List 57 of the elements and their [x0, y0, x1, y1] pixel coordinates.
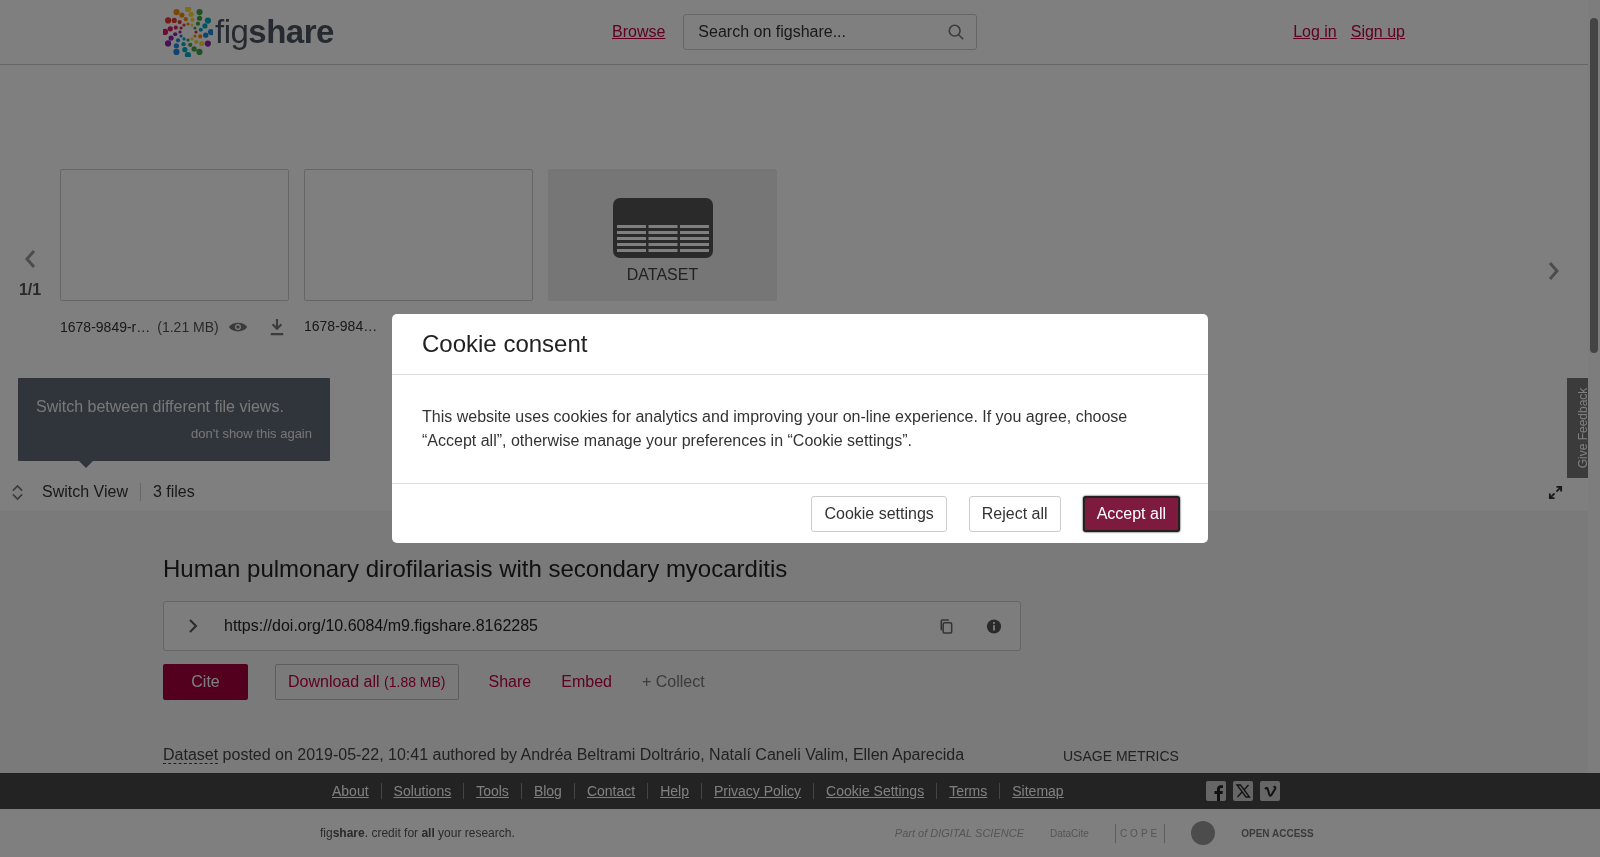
- footer-link[interactable]: Sitemap: [1000, 783, 1076, 799]
- download-icon[interactable]: [268, 318, 285, 336]
- footer-link[interactable]: Privacy Policy: [701, 783, 814, 799]
- file-name: 1678-984…: [304, 318, 378, 334]
- item-type-link[interactable]: Dataset: [163, 746, 219, 764]
- table-icon: [612, 198, 713, 258]
- footer-link[interactable]: Solutions: [381, 783, 464, 799]
- chevrons-icon[interactable]: [11, 483, 24, 501]
- embed-link[interactable]: Embed: [561, 673, 612, 691]
- info-icon[interactable]: [986, 617, 1002, 635]
- logo-icon[interactable]: [163, 7, 213, 57]
- doi-link[interactable]: https://doi.org/10.6084/m9.figshare.8162285: [224, 617, 906, 635]
- tooltip-text: Switch between different file views.: [36, 398, 285, 416]
- page-indicator: 1/1: [18, 281, 42, 299]
- footer-link[interactable]: Contact: [574, 783, 648, 799]
- footer-link[interactable]: Tools: [464, 783, 521, 799]
- dialog-title: Cookie consent: [422, 330, 588, 358]
- footer-link[interactable]: About: [320, 783, 381, 799]
- download-all-button[interactable]: Download all (1.88 MB): [275, 664, 459, 700]
- eye-icon[interactable]: [227, 320, 248, 334]
- chevron-icon[interactable]: [188, 618, 198, 634]
- dataset-thumbnail[interactable]: DATASET: [548, 169, 777, 301]
- switch-view-button[interactable]: Switch View: [42, 483, 141, 501]
- posted-info: Dataset posted on 2019-05-22, 10:41 authored by Andréa Beltrami Doltrário, Natalí Caneli Valim, Ellen Aparecida: [163, 746, 966, 764]
- footer-link[interactable]: Cookie Settings: [814, 783, 937, 799]
- footer-link[interactable]: Blog: [521, 783, 574, 799]
- fullscreen-icon[interactable]: [1548, 485, 1563, 500]
- accept-button[interactable]: Accept all: [1082, 496, 1180, 532]
- dataset-label: DATASET: [626, 266, 699, 284]
- search-icon[interactable]: [947, 23, 966, 41]
- search-field[interactable]: Search on figshare...: [683, 14, 978, 50]
- file-count: 3 files: [152, 483, 195, 501]
- collect-link[interactable]: + Collect: [641, 673, 705, 691]
- file-size: (1.21 MB): [157, 319, 219, 335]
- cite-button[interactable]: Cite: [163, 664, 248, 700]
- dialog-button[interactable]: Reject all: [968, 496, 1061, 532]
- signup-link[interactable]: Sign up: [1350, 23, 1405, 41]
- dialog-button[interactable]: Cookie settings: [811, 496, 947, 532]
- browse-link[interactable]: Browse: [612, 23, 666, 41]
- open-access-logo[interactable]: OPEN ACCESS: [1241, 827, 1314, 839]
- tagline: figshare. credit for all your research.: [320, 826, 515, 840]
- footer-link[interactable]: Help: [648, 783, 701, 799]
- dismiss-link[interactable]: don't show this again: [36, 426, 312, 441]
- file-thumbnail[interactable]: [60, 169, 289, 301]
- footer-link[interactable]: Terms: [937, 783, 1000, 799]
- file-thumbnail[interactable]: [304, 169, 533, 301]
- login-link[interactable]: Log in: [1293, 23, 1337, 41]
- share-link[interactable]: Share: [488, 673, 532, 691]
- article-title: Human pulmonary dirofilariasis with secondary myocarditis: [163, 555, 789, 583]
- logo-text[interactable]: figshare: [215, 13, 334, 51]
- facebook-icon[interactable]: [1205, 781, 1226, 801]
- dialog-message: This website uses cookies for analytics and improving your on-line experience. If you agree, choose “Accept all”, otherwise manage your preferences in “Cookie settings”.: [422, 407, 1129, 451]
- usage-metrics-heading: USAGE METRICS: [1063, 748, 1179, 764]
- vimeo-icon[interactable]: [1259, 781, 1280, 801]
- file-name: 1678-9849-r…: [60, 319, 151, 335]
- copy-icon[interactable]: [938, 617, 954, 635]
- x-icon[interactable]: [1232, 781, 1253, 801]
